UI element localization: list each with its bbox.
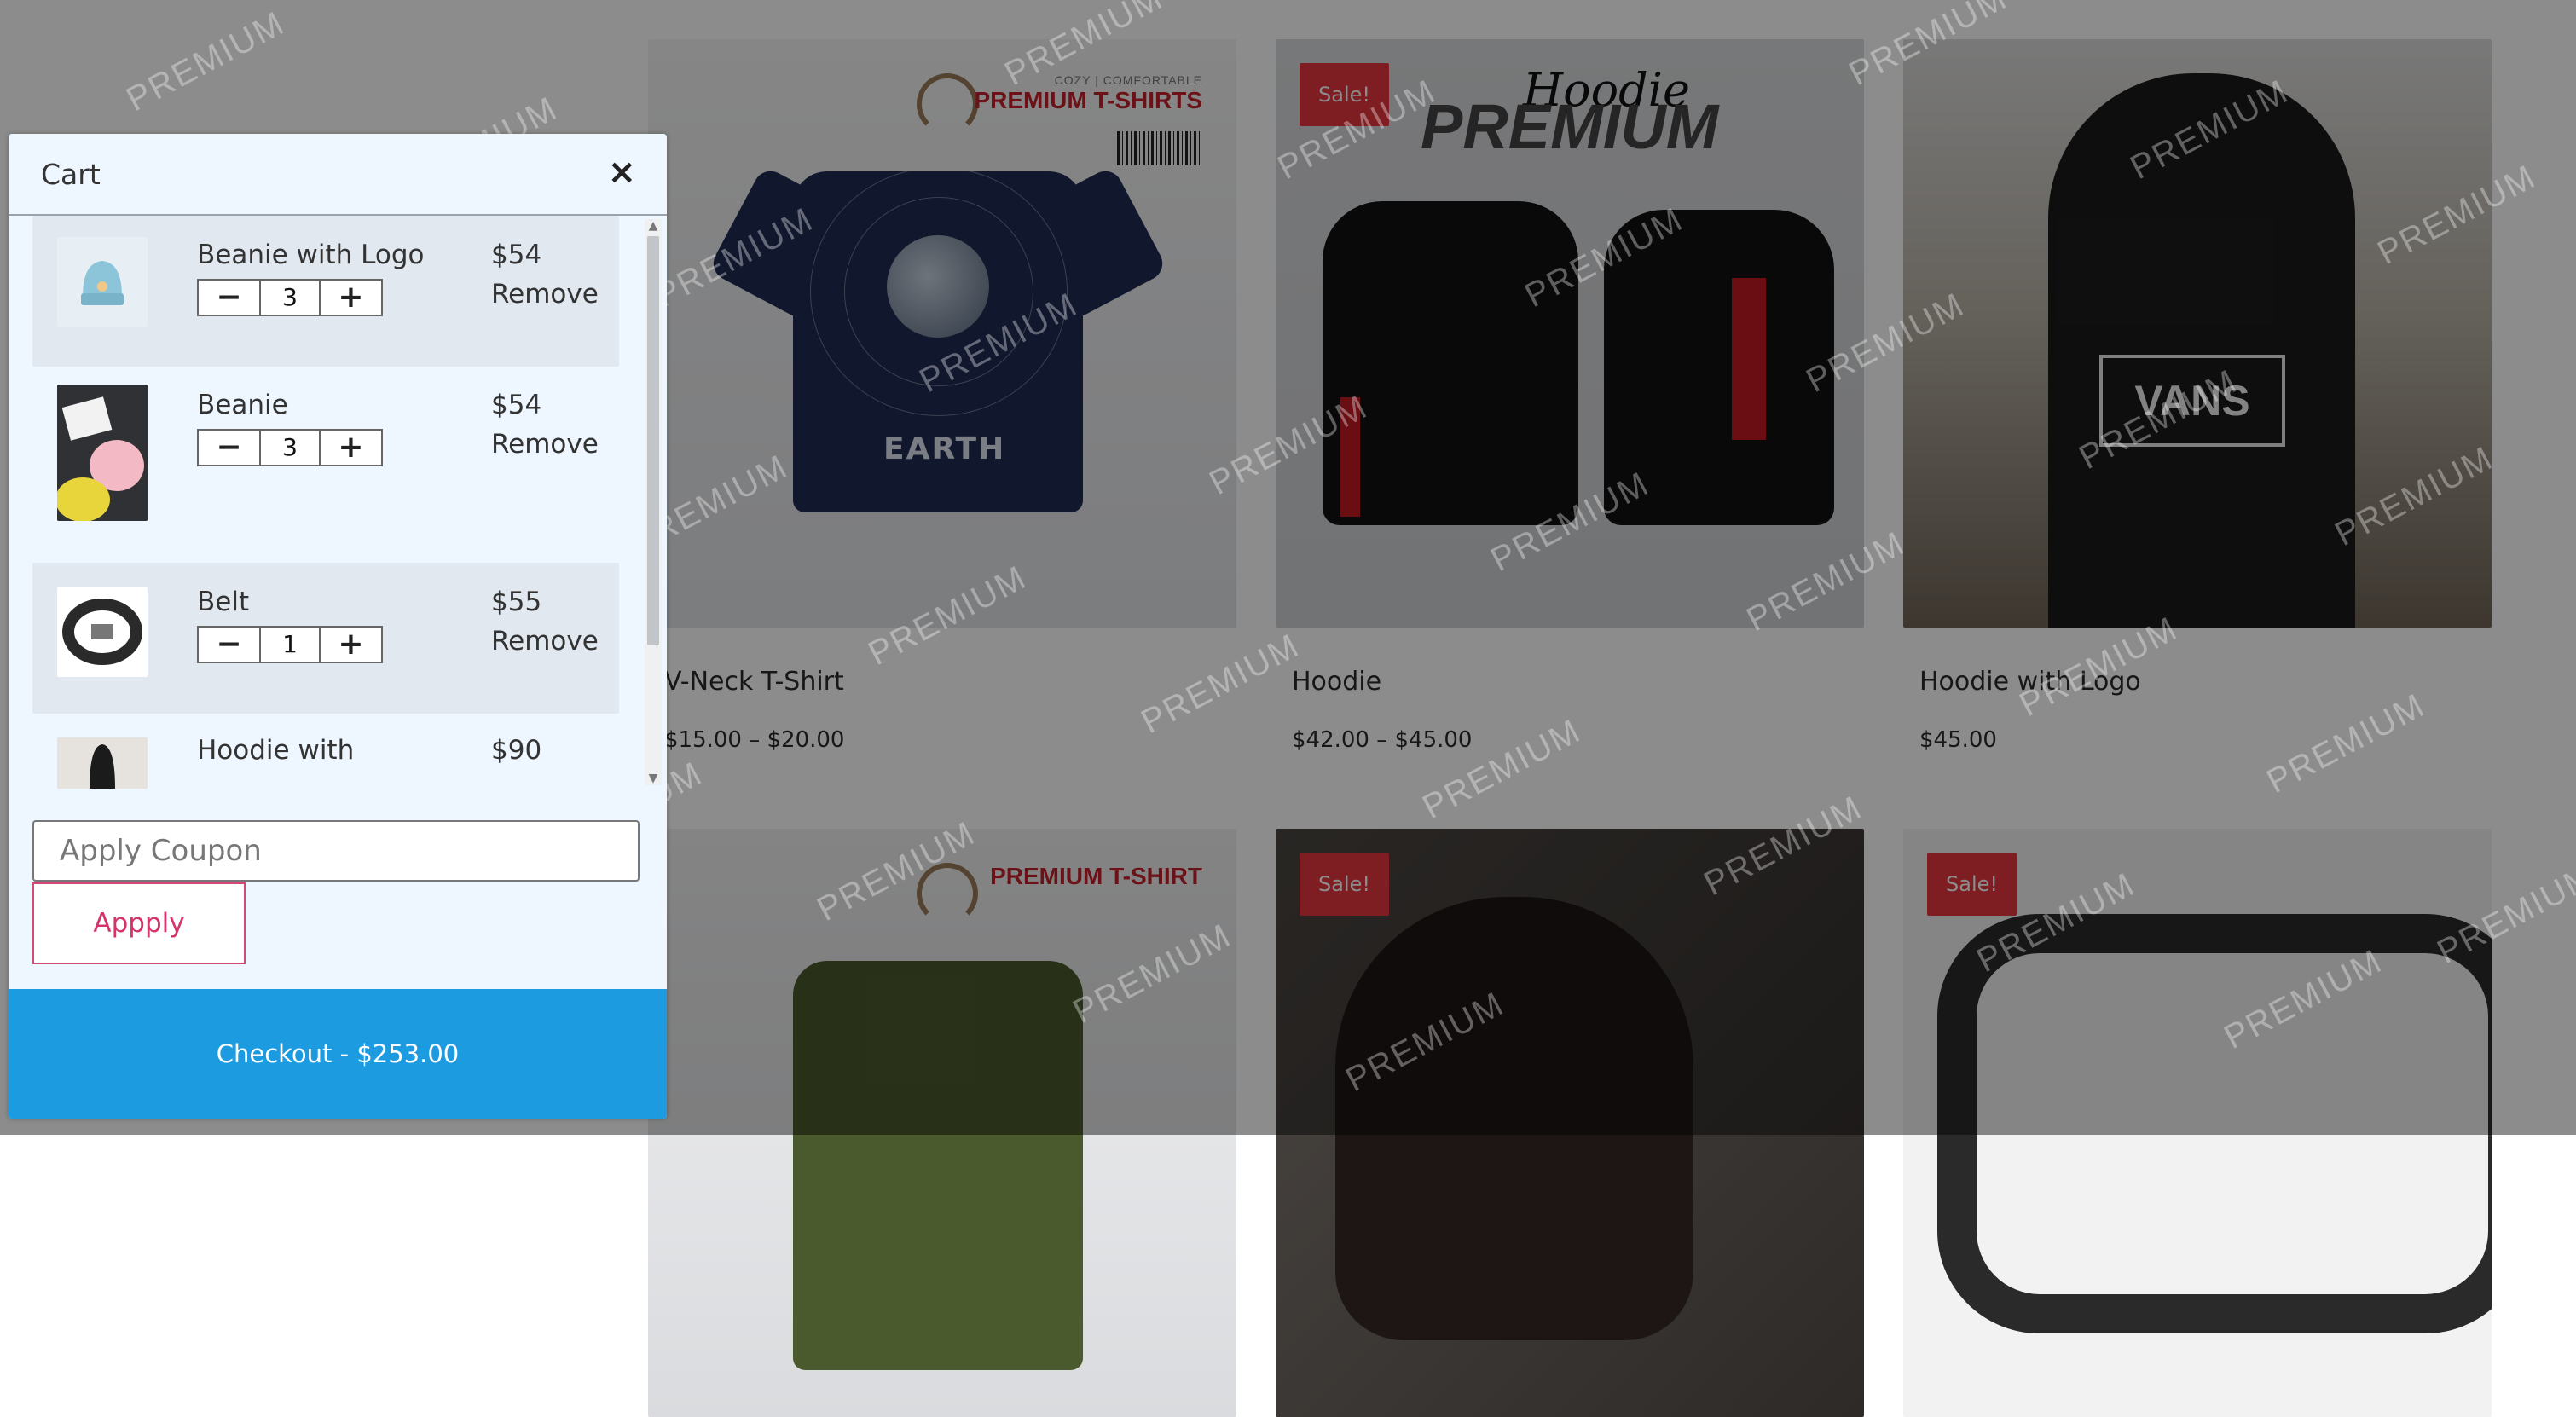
- quantity-stepper: − 1 +: [197, 626, 383, 663]
- beanie-thumbnail: [57, 385, 148, 521]
- belt-thumbnail: [57, 587, 148, 677]
- cart-scrollbar[interactable]: ▲ ▼: [645, 219, 662, 785]
- quantity-stepper: − 3 +: [197, 429, 383, 466]
- cart-drawer: Cart × Beanie with Logo − 3 + $54 Remove: [9, 134, 667, 1119]
- plus-button[interactable]: +: [321, 628, 381, 662]
- remove-link[interactable]: Remove: [491, 429, 599, 460]
- cart-item-price: $55: [491, 587, 542, 617]
- apply-coupon-button[interactable]: Appply: [32, 882, 246, 964]
- cart-item-name: Belt: [197, 587, 250, 617]
- cart-item: Hoodie with $90: [32, 714, 619, 789]
- scroll-down-arrow-icon[interactable]: ▼: [647, 772, 659, 785]
- minus-button[interactable]: −: [199, 431, 259, 465]
- cart-item: Beanie − 3 + $54 Remove: [32, 367, 619, 563]
- plus-button[interactable]: +: [321, 431, 381, 465]
- quantity-value[interactable]: 3: [259, 431, 321, 465]
- scroll-up-arrow-icon[interactable]: ▲: [647, 219, 659, 233]
- minus-button[interactable]: −: [199, 628, 259, 662]
- beanie-logo-thumbnail: [57, 237, 148, 327]
- quantity-value[interactable]: 3: [259, 281, 321, 315]
- quantity-stepper: − 3 +: [197, 279, 383, 316]
- cart-item: Beanie with Logo − 3 + $54 Remove: [32, 216, 619, 367]
- cart-item-name: Hoodie with: [197, 735, 355, 766]
- cart-item-price: $90: [491, 735, 542, 766]
- scroll-thumb[interactable]: [647, 236, 659, 645]
- cart-title: Cart: [41, 158, 101, 191]
- hoodie-logo-thumbnail: [57, 737, 148, 789]
- cart-header: Cart ×: [9, 134, 667, 216]
- cart-item-price: $54: [491, 240, 542, 270]
- remove-link[interactable]: Remove: [491, 626, 599, 656]
- coupon-input[interactable]: Apply Coupon: [32, 820, 640, 882]
- quantity-value[interactable]: 1: [259, 628, 321, 662]
- remove-link[interactable]: Remove: [491, 279, 599, 309]
- minus-button[interactable]: −: [199, 281, 259, 315]
- plus-button[interactable]: +: [321, 281, 381, 315]
- cart-items-list[interactable]: Beanie with Logo − 3 + $54 Remove Beanie: [9, 216, 667, 789]
- checkout-button[interactable]: Checkout - $253.00: [9, 989, 667, 1119]
- cart-item: Belt − 1 + $55 Remove: [32, 563, 619, 714]
- close-icon[interactable]: ×: [607, 153, 636, 192]
- cart-item-name: Beanie with Logo: [197, 240, 425, 270]
- cart-item-price: $54: [491, 390, 542, 420]
- cart-item-name: Beanie: [197, 390, 288, 420]
